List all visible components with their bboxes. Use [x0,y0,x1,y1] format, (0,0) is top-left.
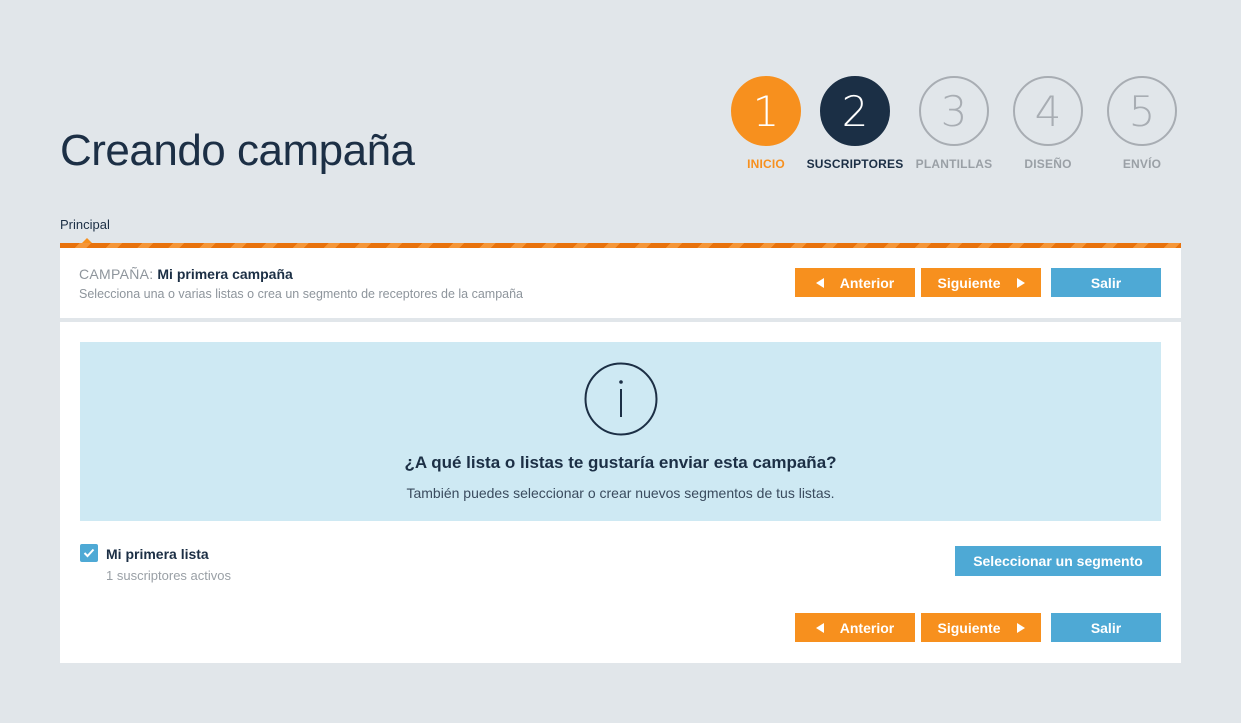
campaign-header-card: CAMPAÑA: Mi primera campaña Selecciona u… [60,248,1181,318]
list-name[interactable]: Mi primera lista [106,546,209,562]
step-suscriptores[interactable]: 2 SUSCRIPTORES [805,76,905,171]
step-number: 3 [919,76,989,146]
page-title: Creando campaña [60,126,415,175]
step-inicio[interactable]: 1 INICIO [716,76,816,171]
exit-button-bottom[interactable]: Salir [1051,613,1161,642]
next-label: Siguiente [937,274,1001,291]
step-number: 4 [1013,76,1083,146]
select-segment-label: Seleccionar un segmento [973,553,1143,569]
arrow-left-icon [815,622,824,633]
step-label: PLANTILLAS [915,157,993,171]
subscribers-card: ¿A qué lista o listas te gustaría enviar… [60,322,1181,663]
arrow-right-icon [1016,622,1025,633]
exit-button[interactable]: Salir [1051,268,1161,297]
step-number: 2 [820,76,890,146]
checkmark-icon [83,548,95,558]
step-number: 5 [1107,76,1177,146]
campaign-prefix: CAMPAÑA: [79,266,154,282]
progress-steps: 1 INICIO 2 SUSCRIPTORES 3 PLANTILLAS 4 D… [716,76,1186,176]
info-circle-icon [584,362,658,436]
step-label: INICIO [747,157,785,171]
step-label: DISEÑO [1024,157,1072,171]
info-title: ¿A qué lista o listas te gustaría enviar… [404,453,837,472]
step-diseno[interactable]: 4 DISEÑO [998,76,1098,171]
campaign-name: Mi primera campaña [157,266,293,282]
previous-label: Anterior [839,274,895,291]
step-envio[interactable]: 5 ENVÍO [1092,76,1192,171]
arrow-right-icon [1016,277,1025,288]
list-checkbox[interactable] [80,544,98,562]
next-label: Siguiente [937,619,1001,636]
select-segment-button[interactable]: Seleccionar un segmento [955,546,1161,576]
campaign-title-line: CAMPAÑA: Mi primera campaña [79,266,293,282]
previous-button-bottom[interactable]: Anterior [795,613,915,642]
campaign-description: Selecciona una o varias listas o crea un… [79,287,524,301]
exit-label: Salir [1090,274,1122,291]
previous-button[interactable]: Anterior [795,268,915,297]
arrow-left-icon [815,277,824,288]
step-number: 1 [731,76,801,146]
next-button[interactable]: Siguiente [921,268,1041,297]
step-label: ENVÍO [1122,157,1162,171]
exit-label: Salir [1090,619,1122,636]
tab-principal[interactable]: Principal [60,217,110,232]
info-panel: ¿A qué lista o listas te gustaría enviar… [80,342,1161,521]
previous-label: Anterior [839,619,895,636]
step-label: SUSCRIPTORES [806,157,904,171]
step-plantillas[interactable]: 3 PLANTILLAS [904,76,1004,171]
info-subtitle: También puedes seleccionar o crear nuevo… [406,485,835,501]
list-subscriber-count: 1 suscriptores activos [106,568,231,583]
next-button-bottom[interactable]: Siguiente [921,613,1041,642]
